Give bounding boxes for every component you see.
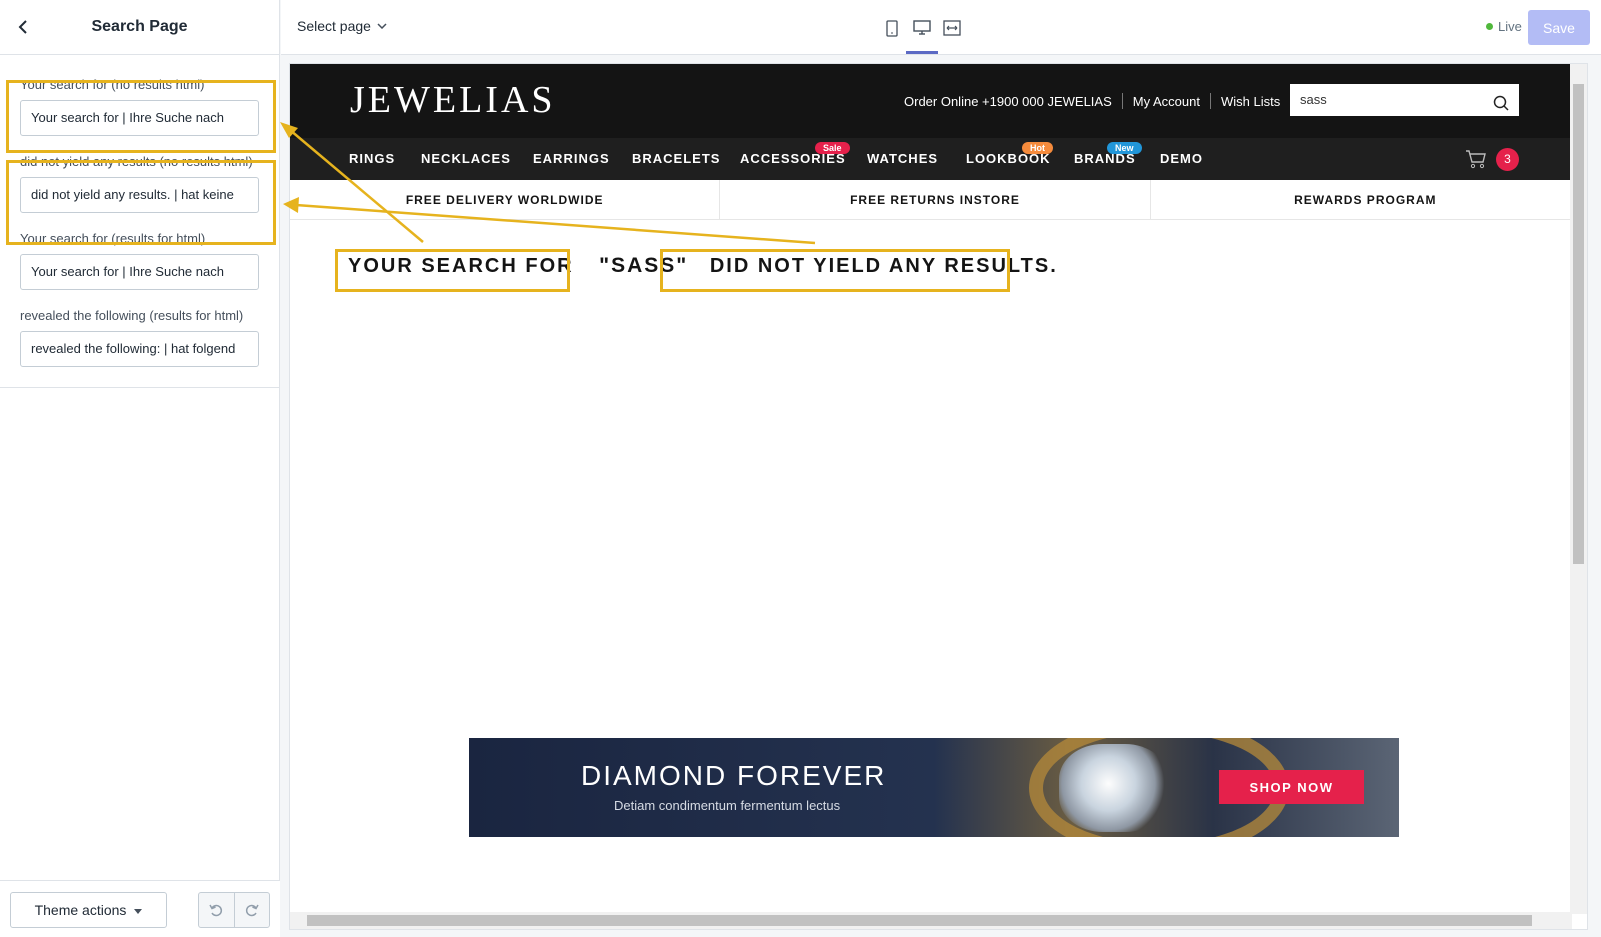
banner-subtitle: Detiam condimentum fermentum lectus <box>614 798 841 813</box>
results-suffix-input[interactable]: revealed the following: | hat folgend <box>20 331 259 367</box>
setting-field: revealed the following (results for html… <box>20 306 259 367</box>
search-icon[interactable] <box>1493 91 1509 123</box>
result-query: "SASS" <box>599 254 689 277</box>
no-results-suffix-input[interactable]: did not yield any results. | hat keine <box>20 177 259 213</box>
sidebar-header: Search Page <box>0 0 279 55</box>
undo-redo-group <box>198 892 270 928</box>
full-width-view-icon[interactable] <box>939 16 965 40</box>
chevron-down-icon <box>377 23 387 29</box>
results-prefix-input[interactable]: Your search for | Ihre Suche nach <box>20 254 259 290</box>
store-preview: JEWELIAS Order Online +1900 000 JEWELIAS… <box>289 63 1588 930</box>
desktop-view-icon[interactable] <box>906 16 938 54</box>
editor-topbar: Select page Live Save <box>281 0 1601 55</box>
scroll-thumb[interactable] <box>1573 84 1584 564</box>
nav-item-brands[interactable]: BRANDS New <box>1074 142 1142 166</box>
vertical-scrollbar[interactable] <box>1570 64 1587 914</box>
diamond-image <box>1059 744 1169 832</box>
setting-field: did not yield any results (no results ht… <box>20 152 259 213</box>
theme-editor: Search Page Your search for (no results … <box>0 0 1601 937</box>
search-result-heading: YOUR SEARCH FOR "SASS" DID NOT YIELD ANY… <box>348 254 1058 278</box>
caret-down-icon <box>134 908 143 914</box>
store-search-input[interactable]: sass <box>1290 84 1519 116</box>
nav-item-watches[interactable]: WATCHES <box>867 151 938 166</box>
promo-rewards: REWARDS PROGRAM <box>1294 192 1437 207</box>
search-value: sass <box>1300 92 1327 107</box>
store-nav: RINGS NECKLACES EARRINGS BRACELETS ACCES… <box>290 138 1580 180</box>
scroll-thumb[interactable] <box>307 915 1532 926</box>
nav-item-bracelets[interactable]: BRACELETS <box>632 151 720 166</box>
nav-item-necklaces[interactable]: NECKLACES <box>421 151 511 166</box>
theme-actions-button[interactable]: Theme actions <box>10 892 167 928</box>
setting-field: Your search for (results for html) Your … <box>20 229 259 290</box>
divider <box>1209 93 1211 109</box>
select-page-label: Select page <box>297 18 371 34</box>
sale-badge: Sale <box>815 142 850 154</box>
order-online-link[interactable]: Order Online +1900 000 JEWELIAS <box>904 94 1112 109</box>
new-badge: New <box>1107 142 1142 154</box>
nav-item-rings[interactable]: RINGS <box>349 151 395 166</box>
wish-lists-link[interactable]: Wish Lists <box>1221 94 1280 109</box>
hot-badge: Hot <box>1022 142 1053 154</box>
result-suffix: DID NOT YIELD ANY RESULTS. <box>709 255 1058 277</box>
sidebar: Search Page Your search for (no results … <box>0 0 280 937</box>
cart-icon[interactable] <box>1465 149 1487 174</box>
settings-section: Your search for (no results html) Your s… <box>0 55 279 388</box>
nav-item-demo[interactable]: DEMO <box>1160 151 1203 166</box>
promo-strip: FREE DELIVERY WORLDWIDE FREE RETURNS INS… <box>290 180 1580 220</box>
header-links: Order Online +1900 000 JEWELIAS My Accou… <box>904 93 1280 109</box>
theme-actions-label: Theme actions <box>34 902 127 918</box>
field-label: Your search for (results for html) <box>20 231 206 246</box>
nav-item-accessories[interactable]: ACCESSORIES Sale <box>740 142 850 166</box>
horizontal-scrollbar[interactable] <box>290 912 1572 929</box>
shop-now-button[interactable]: SHOP NOW <box>1219 770 1364 804</box>
live-label: Live <box>1498 19 1522 34</box>
live-dot-icon <box>1486 23 1493 30</box>
field-label: did not yield any results (no results ht… <box>20 154 253 169</box>
field-label: revealed the following (results for html… <box>20 308 244 323</box>
result-prefix: YOUR SEARCH FOR <box>348 255 574 277</box>
store-header: JEWELIAS Order Online +1900 000 JEWELIAS… <box>290 64 1580 138</box>
promo-free-delivery: FREE DELIVERY WORLDWIDE <box>290 180 721 219</box>
back-arrow-icon[interactable] <box>10 14 36 40</box>
sidebar-footer: Theme actions <box>0 880 280 937</box>
live-status: Live <box>1486 19 1522 34</box>
sidebar-title: Search Page <box>91 18 188 35</box>
field-label: Your search for (no results html) <box>20 77 205 92</box>
nav-item-lookbook[interactable]: LOOKBOOK Hot <box>966 142 1053 166</box>
select-page-dropdown[interactable]: Select page <box>297 18 387 34</box>
store-logo[interactable]: JEWELIAS <box>350 78 556 122</box>
banner-title: DIAMOND FOREVER <box>581 760 887 791</box>
redo-icon[interactable] <box>235 893 270 927</box>
no-results-prefix-input[interactable]: Your search for | Ihre Suche nach <box>20 100 259 136</box>
my-account-link[interactable]: My Account <box>1133 94 1200 109</box>
divider <box>1121 93 1123 109</box>
save-button[interactable]: Save <box>1528 10 1590 45</box>
mobile-view-icon[interactable] <box>879 16 905 40</box>
promo-banner: DIAMOND FOREVER Detiam condimentum ferme… <box>469 738 1399 837</box>
promo-free-returns: FREE RETURNS INSTORE <box>720 180 1151 219</box>
cart-count-badge: 3 <box>1496 148 1519 171</box>
undo-icon[interactable] <box>199 893 235 927</box>
setting-field: Your search for (no results html) Your s… <box>20 75 259 136</box>
nav-item-earrings[interactable]: EARRINGS <box>533 151 610 166</box>
